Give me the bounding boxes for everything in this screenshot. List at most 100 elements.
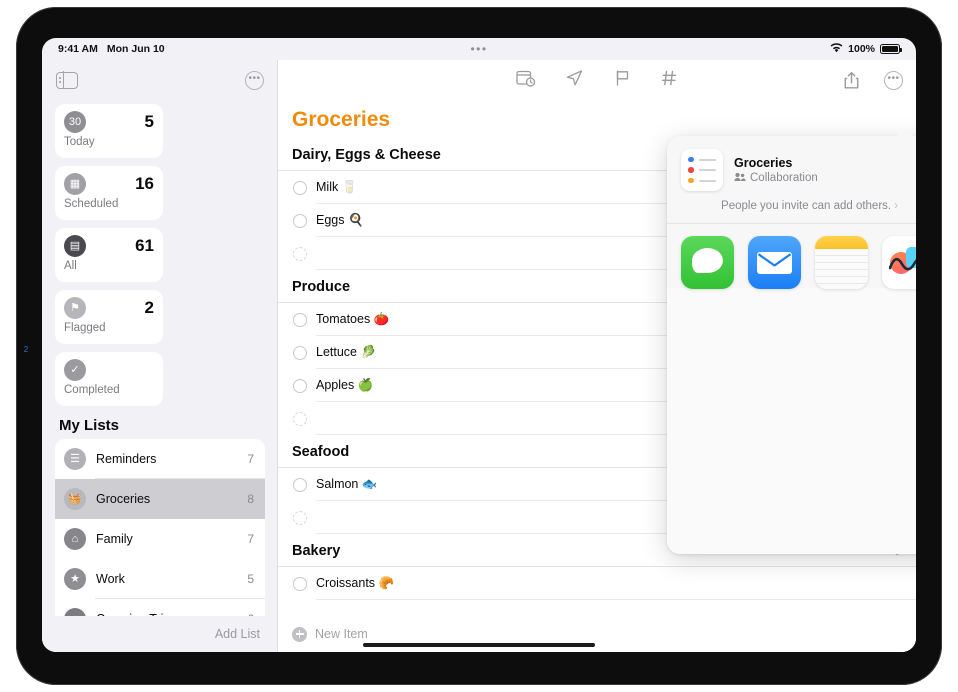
popover-body-blank <box>667 288 916 554</box>
sidebar-item-count: 7 <box>247 532 254 546</box>
sidebar-item-reminders[interactable]: ☰ Reminders 7 <box>55 439 265 479</box>
ipad-screen: 9:41 AM Mon Jun 10 100% ••• ••• 30 5 Today… <box>42 38 916 652</box>
messages-app-icon <box>681 236 734 289</box>
add-list-button[interactable]: Add List <box>215 627 260 641</box>
smart-list-card-scheduled[interactable]: ▦ 16 Scheduled <box>55 166 163 220</box>
my-lists-heading: My Lists <box>59 417 120 434</box>
sidebar-item-label: Family <box>96 532 133 546</box>
reminders-list-icon <box>681 149 723 191</box>
popover-permission-row[interactable]: People you invite can add others. › <box>667 200 916 223</box>
chevron-right-icon: › <box>894 200 898 212</box>
popover-header-text: Groceries Collaboration <box>734 156 818 185</box>
sidebar-item-count: 7 <box>247 452 254 466</box>
popover-subtitle: Collaboration <box>750 172 818 184</box>
smart-list-label: Flagged <box>64 322 106 334</box>
new-item-button[interactable]: New Item <box>315 627 368 641</box>
complete-toggle-icon[interactable] <box>293 576 307 591</box>
sidebar-more-options-icon[interactable]: ••• <box>245 70 264 90</box>
popover-header: Groceries Collaboration <box>667 136 916 200</box>
smart-list-label: All <box>64 260 77 272</box>
today-calendar-icon: 30 <box>64 111 86 133</box>
reminder-item-text: Salmon 🐟 <box>316 477 378 491</box>
smart-list-card-today[interactable]: 30 5 Today <box>55 104 163 158</box>
smart-list-label: Today <box>64 136 95 148</box>
complete-toggle-icon[interactable] <box>293 378 307 393</box>
main-toolbar: ••• <box>278 60 916 100</box>
reminder-attribute-tools <box>516 69 678 92</box>
add-plus-icon[interactable] <box>292 626 307 642</box>
complete-toggle-icon[interactable] <box>293 510 307 525</box>
sidebar-item-label: Reminders <box>96 452 157 466</box>
notes-app-icon <box>815 236 868 289</box>
reminder-item[interactable]: Croissants 🥐 <box>278 567 916 600</box>
house-icon: ⌂ <box>64 528 86 550</box>
section-title: Seafood <box>292 444 350 460</box>
complete-toggle-icon[interactable] <box>293 246 307 261</box>
complete-toggle-icon[interactable] <box>293 312 307 327</box>
complete-toggle-icon[interactable] <box>293 345 307 360</box>
sidebar-item-count: 8 <box>247 492 254 506</box>
basket-icon: 🧺 <box>64 488 86 510</box>
smart-list-count: 2 <box>144 298 154 317</box>
smart-list-label: Completed <box>64 384 120 396</box>
main-more-options-icon[interactable]: ••• <box>884 70 903 90</box>
complete-toggle-icon[interactable] <box>293 411 307 426</box>
sidebar-toggle-icon[interactable] <box>56 71 78 89</box>
section-title: Bakery <box>292 543 341 559</box>
sidebar-item-family[interactable]: ⌂ Family 7 <box>55 519 265 559</box>
share-popover: Groceries Collaboration People you invit… <box>667 136 916 554</box>
popover-title: Groceries <box>734 155 793 170</box>
sidebar-item-count: 5 <box>247 572 254 586</box>
reminder-item-text: Apples 🍏 <box>316 378 374 392</box>
main-toolbar-right: ••• <box>836 66 903 94</box>
status-bar-left: 9:41 AM Mon Jun 10 <box>58 43 165 55</box>
main-pane: ••• Groceries Dairy, Eggs & Cheese Milk 🥛… <box>278 60 916 652</box>
sidebar-item-work[interactable]: ★ Work 5 <box>55 559 265 599</box>
home-indicator <box>363 643 595 647</box>
complete-toggle-icon[interactable] <box>293 180 307 195</box>
reminder-item-text: Lettuce 🥬 <box>316 345 377 359</box>
sidebar-item-label: Groceries <box>96 492 151 506</box>
battery-percent: 100% <box>848 43 875 55</box>
remind-date-time-icon[interactable] <box>516 69 536 92</box>
completed-check-icon: ✓ <box>64 359 86 381</box>
complete-toggle-icon[interactable] <box>293 213 307 228</box>
sidebar: ••• 30 5 Today ▦ 16 Scheduled ▤ 61 All ⚑ 2 Flagged ✓… <box>42 60 278 652</box>
battery-icon <box>880 44 902 54</box>
row-divider <box>316 599 916 600</box>
reminder-item-text: Eggs 🍳 <box>316 213 364 227</box>
wifi-icon <box>830 42 843 56</box>
smart-list-card-all[interactable]: ▤ 61 All <box>55 228 163 282</box>
section-title: Dairy, Eggs & Cheese <box>292 147 441 163</box>
sidebar-item-groceries[interactable]: 🧺 Groceries 8 <box>55 479 265 519</box>
tag-hashtag-icon[interactable] <box>661 69 678 92</box>
smart-list-count: 61 <box>135 236 154 255</box>
bezel-artifact-label: 2 <box>23 345 29 354</box>
freeform-app-icon <box>882 236 916 289</box>
people-collaboration-icon <box>734 172 746 185</box>
status-bar-right: 100% <box>830 42 902 56</box>
complete-toggle-icon[interactable] <box>293 477 307 492</box>
flag-icon: ⚑ <box>64 297 86 319</box>
multitasking-handle[interactable]: ••• <box>470 42 487 56</box>
flag-icon[interactable] <box>614 69 631 92</box>
share-button[interactable] <box>836 66 866 94</box>
star-icon: ★ <box>64 568 86 590</box>
location-arrow-icon[interactable] <box>565 69 584 92</box>
smart-list-count: 16 <box>135 174 154 193</box>
smart-list-count: 5 <box>144 112 154 131</box>
reminder-item-text: Croissants 🥐 <box>316 576 395 590</box>
popover-permission-text: People you invite can add others. <box>721 200 892 212</box>
all-inbox-icon: ▤ <box>64 235 86 257</box>
mail-app-icon <box>748 236 801 289</box>
reminder-item-text: Milk 🥛 <box>316 180 358 194</box>
scheduled-calendar-icon: ▦ <box>64 173 86 195</box>
smart-list-card-completed[interactable]: ✓ Completed <box>55 352 163 406</box>
sidebar-toolbar: ••• <box>42 60 278 100</box>
sidebar-bottom-bar: Add List <box>42 616 278 652</box>
page-title: Groceries <box>292 108 391 131</box>
smart-list-card-flagged[interactable]: ⚑ 2 Flagged <box>55 290 163 344</box>
popover-arrow <box>896 128 914 137</box>
ipad-device-frame: 2 9:41 AM Mon Jun 10 100% ••• ••• 30 5 T… <box>16 7 942 685</box>
sidebar-item-label: Work <box>96 572 125 586</box>
